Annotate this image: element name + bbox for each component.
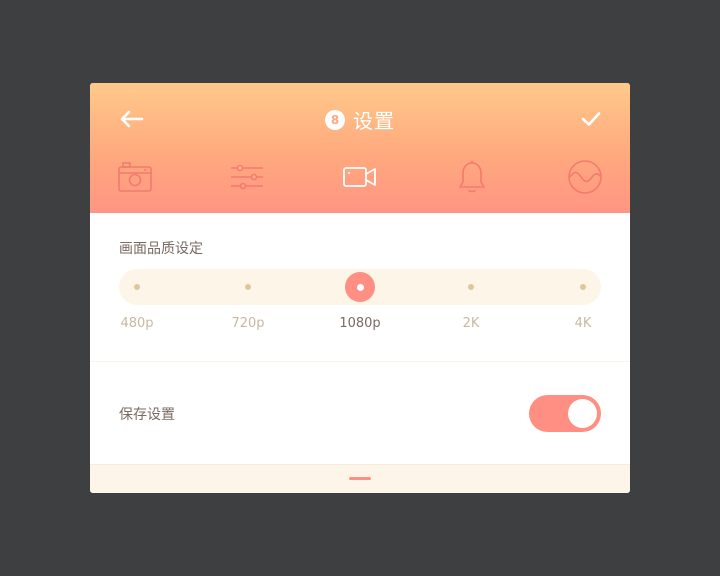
page-title: 设置 — [353, 109, 395, 133]
drag-handle[interactable] — [349, 477, 371, 480]
page-title-wrap: 8 设置 — [90, 105, 630, 133]
quality-option-1080p[interactable]: 1080p — [330, 316, 390, 331]
quality-option-720p[interactable]: 720p — [218, 316, 278, 331]
slider-stop-720p[interactable] — [245, 284, 251, 290]
title-badge: 8 — [325, 109, 345, 130]
tab-bar — [90, 157, 630, 197]
check-icon — [581, 112, 601, 126]
tab-adjust[interactable] — [227, 157, 267, 197]
footer-bar — [90, 464, 630, 493]
tab-camera[interactable] — [115, 157, 155, 197]
wave-circle-icon — [568, 160, 602, 194]
settings-card: 8 设置 画面品质设定 480p 720p 1080p 2K 4K 保存设置 — [90, 83, 630, 493]
sliders-icon — [231, 164, 263, 190]
save-settings-label: 保存设置 — [119, 407, 175, 423]
tab-video[interactable] — [340, 157, 380, 197]
section-divider — [90, 361, 630, 362]
tab-notifications[interactable] — [452, 157, 492, 197]
slider-stop-2k[interactable] — [468, 284, 474, 290]
save-settings-toggle[interactable] — [529, 395, 601, 432]
toggle-thumb — [568, 399, 597, 428]
header: 8 设置 — [90, 83, 630, 213]
quality-option-4k[interactable]: 4K — [553, 316, 613, 331]
quality-option-2k[interactable]: 2K — [441, 316, 501, 331]
camera-icon — [118, 162, 152, 192]
video-camera-icon — [343, 167, 376, 187]
slider-stop-480p[interactable] — [134, 284, 140, 290]
quality-slider[interactable] — [119, 269, 601, 305]
confirm-button[interactable] — [580, 109, 602, 129]
bell-icon — [459, 160, 485, 193]
slider-stop-4k[interactable] — [580, 284, 586, 290]
tab-wave[interactable] — [565, 157, 605, 197]
quality-section-title: 画面品质设定 — [119, 241, 203, 257]
slider-knob[interactable] — [345, 272, 375, 302]
quality-option-480p[interactable]: 480p — [107, 316, 167, 331]
